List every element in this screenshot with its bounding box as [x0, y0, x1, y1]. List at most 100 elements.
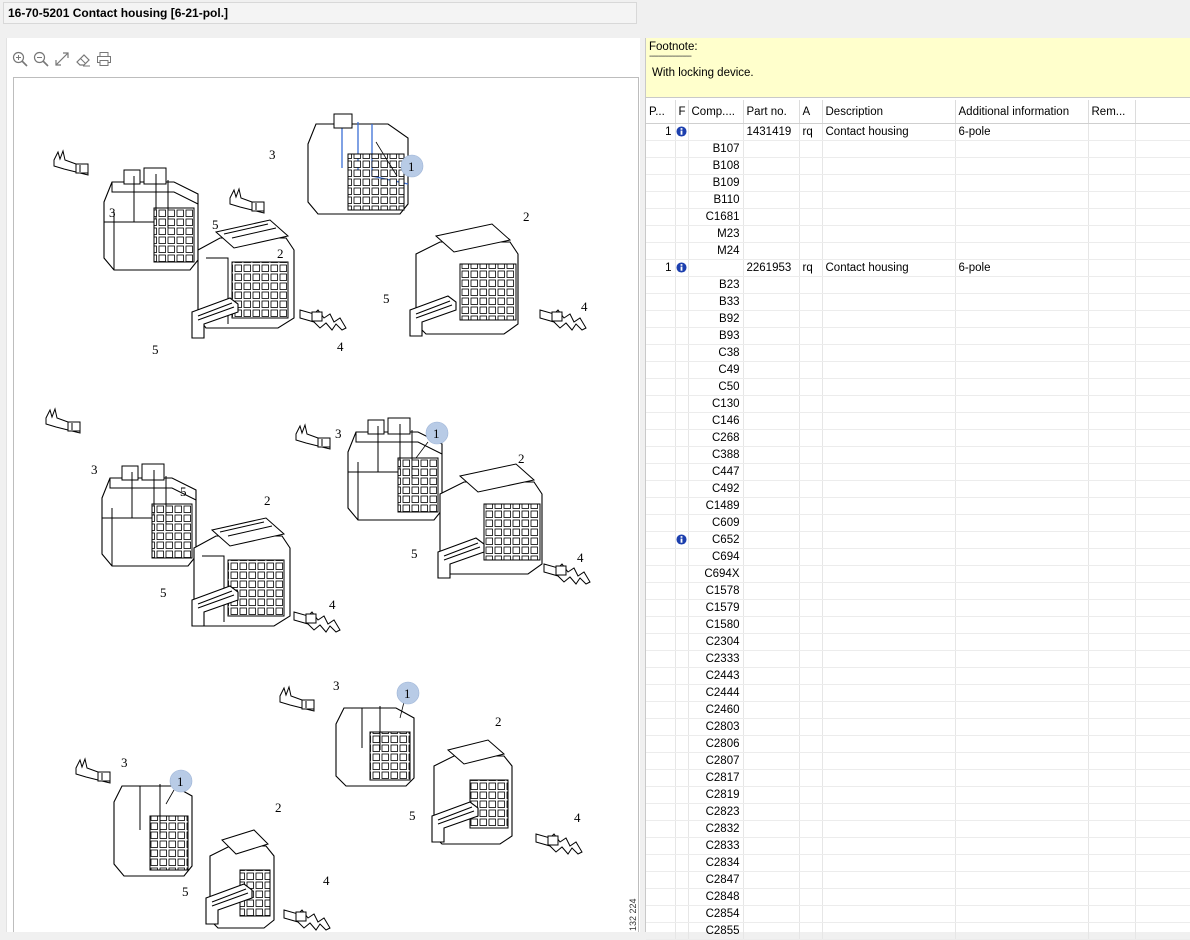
cell-additional-info	[955, 871, 1089, 889]
column-header-a[interactable]: A	[799, 100, 823, 124]
table-row[interactable]: C2854	[646, 905, 1190, 923]
table-row[interactable]: C49	[646, 361, 1190, 379]
column-header-part-no[interactable]: Part no.	[743, 100, 800, 124]
table-row[interactable]: C2807	[646, 752, 1190, 770]
table-row[interactable]: C2823	[646, 803, 1190, 821]
table-row[interactable]: C1681	[646, 208, 1190, 226]
cell-pos	[646, 412, 676, 430]
cell-pos	[646, 276, 676, 294]
table-row[interactable]: C2833	[646, 837, 1190, 855]
cell-additional-info	[955, 599, 1089, 617]
column-header-remarks[interactable]: Rem...	[1088, 100, 1136, 124]
table-row[interactable]: C609	[646, 514, 1190, 532]
table-row[interactable]: B92	[646, 310, 1190, 328]
table-row[interactable]: C2444	[646, 684, 1190, 702]
table-row[interactable]: C2304	[646, 633, 1190, 651]
cell-pos	[646, 514, 676, 532]
label-g2-3: 3	[335, 426, 342, 441]
cell-filler	[1135, 599, 1190, 617]
cell-a: rq	[799, 123, 823, 141]
table-row[interactable]: C2817	[646, 769, 1190, 787]
table-row[interactable]: C492	[646, 480, 1190, 498]
table-row[interactable]: C2834	[646, 854, 1190, 872]
cell-filler	[1135, 531, 1190, 549]
cell-remarks	[1088, 378, 1136, 396]
cell-filler	[1135, 820, 1190, 838]
table-row[interactable]: M23	[646, 225, 1190, 243]
table-row[interactable]: C2803	[646, 718, 1190, 736]
table-row[interactable]: C2333	[646, 650, 1190, 668]
table-row[interactable]: 1 2261953 rq Contact housing 6-pole	[646, 259, 1190, 277]
cell-part-no	[743, 905, 800, 923]
table-row[interactable]: B93	[646, 327, 1190, 345]
table-row[interactable]: B109	[646, 174, 1190, 192]
cell-remarks	[1088, 548, 1136, 566]
column-header-pos[interactable]: P...	[646, 100, 676, 124]
table-row[interactable]: C2460	[646, 701, 1190, 719]
table-row[interactable]: B107	[646, 140, 1190, 158]
table-row[interactable]: C2819	[646, 786, 1190, 804]
table-row[interactable]: C388	[646, 446, 1190, 464]
cell-remarks	[1088, 922, 1136, 940]
table-row[interactable]: C268	[646, 429, 1190, 447]
table-row[interactable]: C1579	[646, 599, 1190, 617]
table-row[interactable]: 1 1431419 rq Contact housing 6-pole	[646, 123, 1190, 141]
cell-filler	[1135, 616, 1190, 634]
eraser-icon[interactable]	[74, 50, 92, 68]
column-header-flag[interactable]: F	[675, 100, 689, 124]
cell-part-no	[743, 871, 800, 889]
table-row[interactable]: C2806	[646, 735, 1190, 753]
column-header-description[interactable]: Description	[822, 100, 956, 124]
print-icon[interactable]	[95, 50, 113, 68]
table-row[interactable]: C694	[646, 548, 1190, 566]
cell-a	[799, 837, 823, 855]
table-row[interactable]: B110	[646, 191, 1190, 209]
column-header-additional-info[interactable]: Additional information	[955, 100, 1089, 124]
info-icon[interactable]	[676, 534, 687, 546]
table-row[interactable]: C2855	[646, 922, 1190, 940]
table-row[interactable]: C694X	[646, 565, 1190, 583]
cell-filler	[1135, 480, 1190, 498]
info-icon[interactable]	[676, 126, 687, 138]
info-icon[interactable]	[676, 262, 687, 274]
table-row[interactable]: C447	[646, 463, 1190, 481]
table-row[interactable]: C2443	[646, 667, 1190, 685]
cell-additional-info	[955, 888, 1089, 906]
cell-component: C2333	[688, 650, 744, 668]
table-row[interactable]: C2847	[646, 871, 1190, 889]
cell-filler	[1135, 922, 1190, 940]
cell-pos: 1	[646, 123, 676, 141]
cell-flag	[675, 463, 689, 481]
table-row[interactable]: B23	[646, 276, 1190, 294]
column-header-filler	[1135, 100, 1190, 124]
table-row[interactable]: M24	[646, 242, 1190, 260]
column-header-component[interactable]: Comp....	[688, 100, 744, 124]
table-row[interactable]: B108	[646, 157, 1190, 175]
table-row[interactable]: C130	[646, 395, 1190, 413]
table-row[interactable]: C50	[646, 378, 1190, 396]
cell-flag	[675, 548, 689, 566]
table-row[interactable]: C2832	[646, 820, 1190, 838]
table-row[interactable]: C1489	[646, 497, 1190, 515]
cell-description	[822, 463, 956, 481]
parts-panel: Footnote: ------------------ With lockin…	[645, 38, 1190, 940]
cell-a	[799, 769, 823, 787]
table-row[interactable]: C146	[646, 412, 1190, 430]
table-row[interactable]: C2848	[646, 888, 1190, 906]
cell-component: C1489	[688, 497, 744, 515]
zoom-out-icon[interactable]	[32, 50, 50, 68]
cell-a	[799, 599, 823, 617]
exploded-drawing[interactable]: 1 2 3 4 5 2 3 4 5 5 1 2 3 4 5 2 3 4 5 5 …	[13, 77, 639, 932]
cell-component: C2847	[688, 871, 744, 889]
zoom-in-icon[interactable]	[11, 50, 29, 68]
table-row[interactable]: C652	[646, 531, 1190, 549]
cell-additional-info	[955, 514, 1089, 532]
table-row[interactable]: C1578	[646, 582, 1190, 600]
table-row[interactable]: B33	[646, 293, 1190, 311]
table-row[interactable]: C1580	[646, 616, 1190, 634]
cell-pos	[646, 905, 676, 923]
table-row[interactable]: C38	[646, 344, 1190, 362]
fit-icon[interactable]	[53, 50, 71, 68]
cell-filler	[1135, 905, 1190, 923]
cell-additional-info	[955, 548, 1089, 566]
